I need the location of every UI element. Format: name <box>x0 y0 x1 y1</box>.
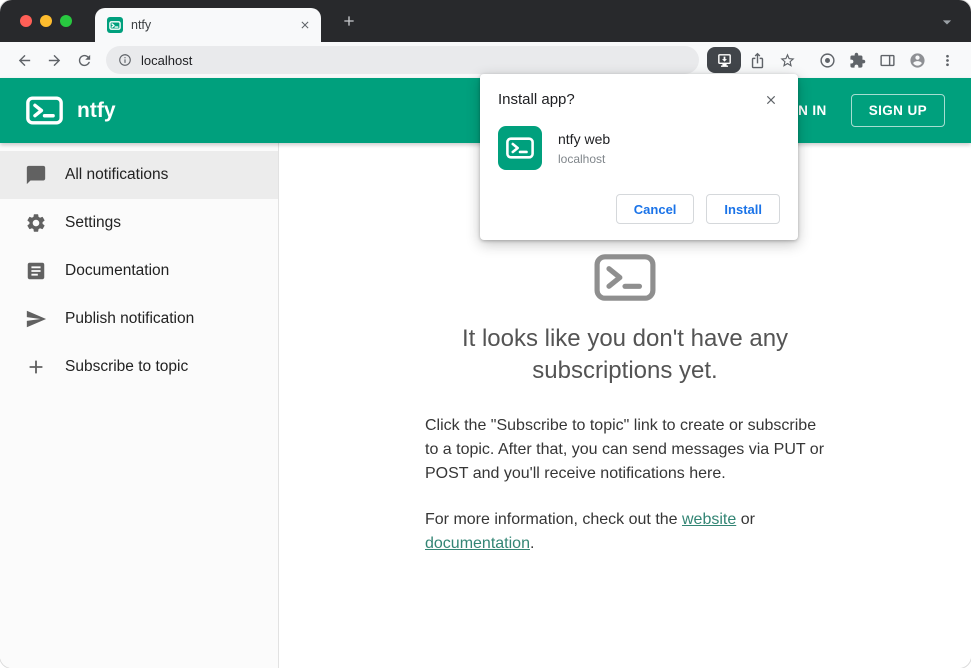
sidebar-item-all-notifications[interactable]: All notifications <box>0 151 278 199</box>
bookmark-star-button[interactable] <box>773 46 801 74</box>
install-app-omnibox-button[interactable] <box>707 47 741 73</box>
ntfy-favicon-icon <box>107 17 123 33</box>
dialog-close-icon[interactable] <box>762 91 780 109</box>
browser-menu-button[interactable] <box>933 46 961 74</box>
tab-close-icon[interactable] <box>297 17 313 33</box>
empty-state: It looks like you don't have any subscri… <box>425 307 825 556</box>
website-link[interactable]: website <box>682 511 736 528</box>
sidebar-item-label: All notifications <box>65 166 169 183</box>
install-app-dialog: Install app? ntfy web localhost Cancel I… <box>480 74 798 240</box>
toolbar-extensions-group <box>813 46 961 74</box>
refresh-button[interactable] <box>70 46 98 74</box>
plus-icon <box>29 360 43 374</box>
kebab-menu-icon <box>945 54 949 66</box>
empty-state-heading: It looks like you don't have any subscri… <box>461 325 789 385</box>
forward-button[interactable] <box>40 46 68 74</box>
app-name: ntfy web <box>558 130 611 147</box>
ntfy-app-icon <box>498 126 542 170</box>
sidebar-item-subscribe-to-topic[interactable]: Subscribe to topic <box>0 343 278 391</box>
install-button[interactable]: Install <box>706 194 780 224</box>
send-icon <box>26 310 47 328</box>
star-outline-icon <box>779 52 795 67</box>
sidebar-item-label: Documentation <box>65 262 170 279</box>
extension-circle-button[interactable] <box>813 46 841 74</box>
browser-tab-ntfy[interactable]: ntfy <box>95 8 321 42</box>
cancel-button[interactable]: Cancel <box>615 194 695 224</box>
minimize-window-button[interactable] <box>40 15 52 27</box>
window-controls <box>20 15 72 27</box>
install-dialog-header: Install app? <box>498 91 780 109</box>
documentation-link[interactable]: documentation <box>425 535 530 552</box>
puzzle-icon <box>849 52 865 68</box>
ntfy-logo-icon <box>26 96 63 125</box>
address-bar[interactable]: localhost <box>106 46 699 74</box>
more-info-text: or <box>736 510 755 528</box>
empty-state-body: Click the "Subscribe to topic" link to c… <box>425 416 825 482</box>
install-dialog-title: Install app? <box>498 91 575 108</box>
share-icon <box>751 52 763 68</box>
sidebar-item-publish-notification[interactable]: Publish notification <box>0 295 278 343</box>
more-info-text: For more information, check out the <box>425 510 682 528</box>
new-tab-button[interactable] <box>338 10 360 32</box>
app-title: ntfy <box>77 98 116 122</box>
side-panel-icon <box>879 54 895 66</box>
browser-window: ntfy localhost ntfy SIGN IN SIGN UP All … <box>0 0 971 668</box>
article-icon <box>27 262 45 280</box>
install-dialog-app-row: ntfy web localhost <box>498 126 780 170</box>
browser-titlebar: ntfy <box>0 0 971 42</box>
sidebar-item-label: Publish notification <box>65 310 195 327</box>
close-window-button[interactable] <box>20 15 32 27</box>
app-identity: ntfy web localhost <box>558 131 610 166</box>
side-panel-button[interactable] <box>873 46 901 74</box>
chat-bubble-icon <box>26 165 46 185</box>
sidebar-item-label: Subscribe to topic <box>65 358 189 375</box>
more-info-text: . <box>529 534 535 552</box>
sidebar-item-settings[interactable]: Settings <box>0 199 278 247</box>
extensions-menu-button[interactable] <box>843 46 871 74</box>
tab-list-chevron-icon[interactable] <box>937 12 957 32</box>
browser-toolbar: localhost <box>0 42 971 78</box>
empty-state-more-info: For more information, check out the webs… <box>425 508 825 556</box>
install-dialog-actions: Cancel Install <box>498 194 780 224</box>
share-button[interactable] <box>743 46 771 74</box>
extension-circle-icon <box>819 52 835 68</box>
zoom-window-button[interactable] <box>60 15 72 27</box>
ntfy-logo-outline-icon <box>594 253 656 307</box>
address-text: localhost <box>141 52 193 68</box>
sidebar-item-label: Settings <box>65 214 122 231</box>
sidebar-item-documentation[interactable]: Documentation <box>0 247 278 295</box>
gear-icon <box>27 214 45 232</box>
sidebar-navigation: All notifications Settings Documentation… <box>0 143 279 668</box>
site-info-icon[interactable] <box>118 53 132 67</box>
tab-title: ntfy <box>131 18 152 32</box>
sign-up-button[interactable]: SIGN UP <box>850 94 945 127</box>
install-pwa-icon <box>717 53 731 67</box>
avatar-icon <box>909 52 925 68</box>
app-origin: localhost <box>558 151 606 166</box>
profile-avatar-button[interactable] <box>903 46 931 74</box>
back-button[interactable] <box>10 46 38 74</box>
